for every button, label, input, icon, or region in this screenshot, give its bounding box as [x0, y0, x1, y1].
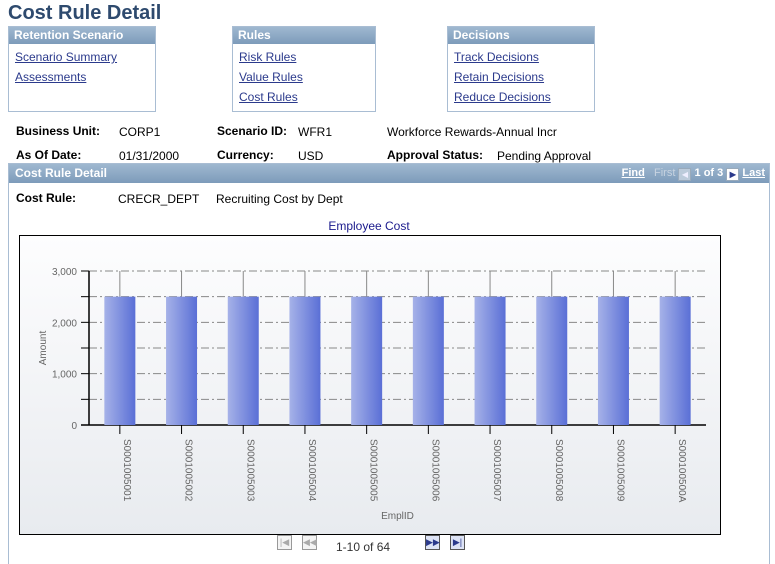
x-tick-label: S000100500A: [676, 439, 687, 503]
scenario-id-label: Scenario ID:: [217, 124, 288, 138]
x-tick-label: S0001005005: [368, 439, 379, 502]
x-tick-label: S0001005001: [121, 439, 132, 502]
previous-page-icon: ◀◀: [302, 535, 317, 550]
group-title: Cost Rule Detail: [15, 166, 108, 180]
x-tick-label: S0001005009: [614, 439, 625, 502]
bar: [474, 296, 506, 425]
value-rules-link[interactable]: Value Rules: [239, 70, 375, 84]
x-tick-label: S0001005007: [491, 439, 502, 502]
x-tick-label: S0001005002: [183, 439, 194, 502]
box-title: Retention Scenario: [9, 27, 155, 44]
retention-scenario-box: Retention Scenario Scenario Summary Asse…: [8, 26, 156, 112]
box-title: Rules: [233, 27, 375, 44]
as-of-date-value: 01/31/2000: [119, 149, 180, 163]
approval-status-value: Pending Approval: [497, 149, 592, 163]
currency-value: USD: [298, 149, 324, 163]
cost-rules-link[interactable]: Cost Rules: [239, 90, 375, 104]
scenario-id-value: WFR1: [298, 125, 332, 139]
x-tick-label: S0001005003: [244, 439, 255, 502]
rules-box: Rules Risk Rules Value Rules Cost Rules: [232, 26, 376, 112]
decisions-box: Decisions Track Decisions Retain Decisio…: [447, 26, 595, 112]
last-page-icon[interactable]: ▶|: [450, 535, 465, 550]
reduce-decisions-link[interactable]: Reduce Decisions: [454, 90, 594, 104]
bar: [597, 296, 629, 425]
bar: [659, 296, 691, 425]
approval-status-label: Approval Status:: [387, 148, 484, 162]
cost-rule-label: Cost Rule:: [16, 191, 76, 205]
y-tick-label: 2,000: [52, 318, 77, 329]
risk-rules-link[interactable]: Risk Rules: [239, 50, 375, 64]
next-arrow-icon[interactable]: ▶: [726, 168, 740, 181]
scenario-summary-link[interactable]: Scenario Summary: [15, 50, 155, 64]
y-tick-label: 3,000: [52, 267, 77, 278]
track-decisions-link[interactable]: Track Decisions: [454, 50, 594, 64]
chart-svg: 0 1,000 2,000 3,000 Amount S0001005001 S000100…: [38, 267, 706, 522]
y-tick-label: 0: [71, 421, 77, 432]
chart-title: Employee Cost: [328, 219, 410, 233]
x-tick-label: S0001005004: [306, 439, 317, 502]
pager-range: 1-10 of 64: [336, 540, 391, 554]
bar: [166, 296, 198, 425]
page-title: Cost Rule Detail: [8, 2, 162, 24]
last-link[interactable]: Last: [742, 167, 765, 179]
as-of-date-label: As Of Date:: [16, 148, 82, 162]
assessments-link[interactable]: Assessments: [15, 70, 155, 84]
previous-arrow-icon: ◀: [678, 168, 692, 181]
retain-decisions-link[interactable]: Retain Decisions: [454, 70, 594, 84]
business-unit-label: Business Unit:: [16, 124, 101, 138]
x-axis-title: EmplID: [381, 511, 414, 522]
y-axis-title: Amount: [38, 331, 49, 366]
bar: [289, 296, 321, 425]
employee-cost-chart: 0 1,000 2,000 3,000 Amount S0001005001 S000100…: [19, 235, 721, 535]
bar: [536, 296, 568, 425]
bar: [351, 296, 383, 425]
x-tick-label: S0001005006: [429, 439, 440, 502]
y-tick-label: 1,000: [52, 370, 77, 381]
row-count: 1 of 3: [694, 167, 724, 179]
first-page-icon: |◀: [277, 535, 292, 550]
business-unit-value: CORP1: [119, 125, 161, 139]
bar: [104, 296, 136, 425]
bar: [227, 296, 259, 425]
scenario-description: Workforce Rewards-Annual Incr: [387, 125, 557, 139]
cost-rule-value: CRECR_DEPT: [118, 192, 200, 206]
find-link[interactable]: Find: [622, 167, 645, 179]
cost-rule-description: Recruiting Cost by Dept: [216, 192, 343, 206]
bar: [412, 296, 444, 425]
box-title: Decisions: [448, 27, 594, 44]
next-page-icon[interactable]: ▶▶: [425, 535, 440, 550]
currency-label: Currency:: [217, 148, 274, 162]
first-label: First: [654, 167, 676, 179]
x-tick-label: S0001005008: [553, 439, 564, 502]
